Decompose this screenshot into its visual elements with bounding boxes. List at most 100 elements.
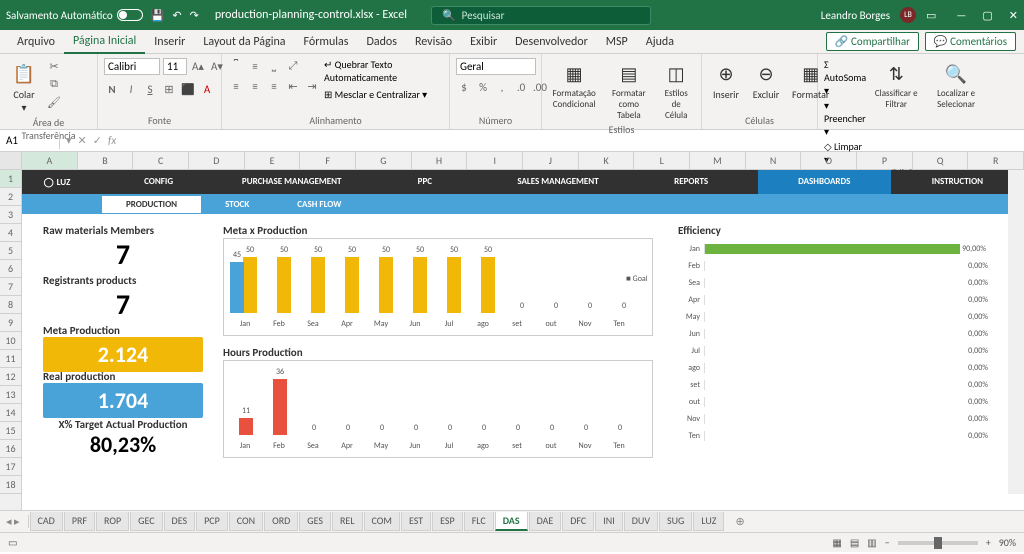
view-normal-icon[interactable]: ▦ [832,536,841,549]
sheet-tab-com[interactable]: COM [364,512,400,531]
indent-inc-icon[interactable]: ⇥ [304,78,320,94]
fb-fx-icon[interactable]: fx [108,134,116,147]
fb-enter-icon[interactable]: ✓ [93,134,102,147]
row-header-8[interactable]: 8 [0,296,21,314]
sheet-tab-dae[interactable]: DAE [529,512,562,531]
sheet-tab-sug[interactable]: SUG [659,512,692,531]
row-header-13[interactable]: 13 [0,386,21,404]
sheet-tab-pcp[interactable]: PCP [196,512,228,531]
sheet-tab-ord[interactable]: ORD [264,512,298,531]
sheet-tab-est[interactable]: EST [401,512,431,531]
column-header-O[interactable]: O [801,152,857,169]
row-header-14[interactable]: 14 [0,404,21,422]
column-header-K[interactable]: K [579,152,635,169]
formula-input[interactable] [122,139,1024,143]
column-header-A[interactable]: A [22,152,78,169]
menu-tab-revisão[interactable]: Revisão [406,31,461,53]
grow-font-icon[interactable]: A▴ [190,59,206,75]
nav-ppc[interactable]: PPC [358,170,491,194]
subnav-cash flow[interactable]: CASH FLOW [273,196,365,213]
sheet-tab-cad[interactable]: CAD [30,512,63,531]
zoom-out-icon[interactable]: − [885,536,890,549]
row-header-12[interactable]: 12 [0,368,21,386]
view-pagelayout-icon[interactable]: ▤ [850,536,859,549]
fill-button[interactable]: ▾ Preencher ▾ [824,99,866,138]
comments-button[interactable]: 💬 Comentários [925,32,1016,51]
new-sheet-button[interactable]: ⊕ [725,515,754,528]
sheet-tab-prf[interactable]: PRF [64,512,95,531]
nav-reports[interactable]: REPORTS [625,170,758,194]
percent-icon[interactable]: % [475,79,491,95]
align-center-icon[interactable]: ≡ [247,78,263,94]
minimize-icon[interactable]: — [956,9,966,22]
zoom-level[interactable]: 90% [999,536,1016,549]
comma-icon[interactable]: , [494,79,510,95]
grid[interactable]: ◯ LUZ CONFIGPURCHASE MANAGEMENTPPCSALES … [22,170,1024,510]
ribbon-display-icon[interactable]: ▭ [926,9,936,22]
zoom-slider[interactable] [898,541,978,545]
redo-icon[interactable]: ↷ [190,9,199,22]
autosave-toggle[interactable] [117,9,143,21]
row-header-6[interactable]: 6 [0,260,21,278]
font-size-combo[interactable]: 11 [163,58,187,75]
sheet-tab-flc[interactable]: FLC [464,512,494,531]
sheet-tab-luz[interactable]: LUZ [693,512,724,531]
sheet-tab-das[interactable]: DAS [495,512,528,531]
sheet-tab-con[interactable]: CON [229,512,263,531]
paste-button[interactable]: 📋Colar▾ [6,58,42,116]
row-header-18[interactable]: 18 [0,476,21,494]
row-header-5[interactable]: 5 [0,242,21,260]
border-icon[interactable]: ⊞ [161,81,177,97]
align-middle-icon[interactable]: ≡ [247,58,263,74]
row-header-3[interactable]: 3 [0,206,21,224]
sheet-tab-gec[interactable]: GEC [130,512,162,531]
maximize-icon[interactable]: ▢ [982,9,992,22]
sheet-tab-des[interactable]: DES [164,512,196,531]
indent-dec-icon[interactable]: ⇤ [285,78,301,94]
fill-color-icon[interactable]: ⬛ [180,81,196,97]
align-bottom-icon[interactable]: ⎵ [266,58,282,74]
menu-tab-exibir[interactable]: Exibir [461,31,506,53]
align-left-icon[interactable]: ≡ [228,78,244,94]
column-header-H[interactable]: H [412,152,468,169]
align-top-icon[interactable]: ⎴ [228,58,244,74]
column-header-G[interactable]: G [356,152,412,169]
underline-button[interactable]: S [142,81,158,97]
cell-styles-button[interactable]: ◫Estilos de Célula [657,58,695,123]
align-right-icon[interactable]: ≡ [266,78,282,94]
sheet-tab-ini[interactable]: INI [595,512,623,531]
wrap-text-button[interactable]: ↵ Quebrar Texto Automaticamente [324,58,443,84]
row-header-4[interactable]: 4 [0,224,21,242]
column-header-J[interactable]: J [523,152,579,169]
autosum-button[interactable]: Σ AutoSoma ▾ [824,58,866,97]
conditional-format-button[interactable]: ▦Formatação Condicional [548,58,600,112]
format-painter-icon[interactable]: 🖌 [46,94,62,110]
column-header-D[interactable]: D [189,152,245,169]
column-header-R[interactable]: R [968,152,1024,169]
nav-sales-management[interactable]: SALES MANAGEMENT [491,170,624,194]
sheet-tab-esp[interactable]: ESP [432,512,463,531]
nav-purchase-management[interactable]: PURCHASE MANAGEMENT [225,170,358,194]
user-name[interactable]: Leandro Borges [821,9,890,22]
inc-decimal-icon[interactable]: .0 [513,79,529,95]
column-header-P[interactable]: P [857,152,913,169]
merge-center-button[interactable]: ⊞ Mesclar e Centralizar ▾ [324,88,443,101]
column-header-C[interactable]: C [133,152,189,169]
column-header-Q[interactable]: Q [913,152,969,169]
number-format-combo[interactable]: Geral [456,58,536,75]
row-header-15[interactable]: 15 [0,422,21,440]
format-table-button[interactable]: ▤Formatar como Tabela [604,58,653,123]
undo-icon[interactable]: ↶ [172,9,181,22]
row-header-10[interactable]: 10 [0,332,21,350]
row-header-2[interactable]: 2 [0,188,21,206]
column-header-B[interactable]: B [78,152,134,169]
nav-instruction[interactable]: INSTRUCTION [891,170,1024,194]
column-header-L[interactable]: L [634,152,690,169]
cut-icon[interactable]: ✂ [46,58,62,74]
column-header-E[interactable]: E [245,152,301,169]
close-icon[interactable]: ✕ [1009,9,1018,22]
zoom-in-icon[interactable]: + [986,536,991,549]
copy-icon[interactable]: ⧉ [46,76,62,92]
save-icon[interactable]: 💾 [151,9,165,22]
menu-tab-fórmulas[interactable]: Fórmulas [295,31,358,53]
